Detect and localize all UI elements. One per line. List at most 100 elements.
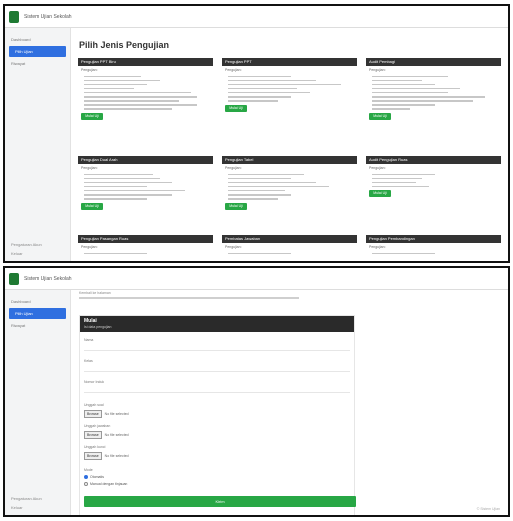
- sidebar-item-account-settings[interactable]: Pengaturan Akun: [11, 496, 42, 501]
- card-description: [78, 173, 213, 200]
- file-label-key: Unggah kunci: [84, 445, 106, 449]
- radio-selected-icon[interactable]: [84, 475, 88, 479]
- id-field[interactable]: [84, 392, 350, 393]
- card-title: Pengujian PPT: [222, 58, 357, 66]
- text-line: [84, 108, 173, 110]
- start-test-button[interactable]: Mulai Uji: [369, 112, 391, 120]
- radio-label: Manual dengan tinjauan: [90, 482, 128, 486]
- radio-option-auto[interactable]: Otomatis: [84, 475, 104, 479]
- text-line: [228, 194, 291, 196]
- sidebar-item-dashboard[interactable]: Dashboard: [5, 296, 70, 307]
- card-description: [366, 75, 501, 110]
- sidebar-item-logout[interactable]: Keluar: [11, 505, 23, 510]
- text-line: [84, 96, 198, 98]
- test-card: Pengujian PPT Biru Pengujian: Mulai Uji: [78, 58, 213, 123]
- card-title: Audit Pengujian Ruas: [366, 156, 501, 164]
- file-status: No file selected: [104, 454, 129, 458]
- top-bar: Sistem Ujian Sekolah: [5, 268, 508, 290]
- radio-option-manual[interactable]: Manual dengan tinjauan: [84, 482, 127, 486]
- sidebar-item-logout[interactable]: Keluar: [11, 251, 23, 256]
- file-label-questions: Unggah soal: [84, 403, 104, 407]
- file-input-key[interactable]: Browse No file selected: [84, 452, 129, 460]
- radio-unselected-icon[interactable]: [84, 482, 88, 486]
- browse-button[interactable]: Browse: [84, 410, 102, 418]
- test-card: Audit Pembagi Pengujian: Mulai Uji: [366, 58, 501, 123]
- card-description: [78, 252, 213, 255]
- sidebar-item-pilih-ujian[interactable]: Pilih Ujian: [9, 46, 66, 57]
- file-status: No file selected: [104, 433, 129, 437]
- text-line: [84, 189, 185, 192]
- sidebar-item-riwayat[interactable]: Riwayat: [5, 58, 70, 69]
- text-line: [84, 100, 179, 102]
- text-line: [372, 79, 423, 82]
- sidebar-item-riwayat[interactable]: Riwayat: [5, 320, 70, 331]
- file-label-answers: Unggah jawaban: [84, 424, 111, 428]
- text-line: [84, 198, 147, 200]
- screenshot-selection: Sistem Ujian Sekolah Dashboard Pilih Uji…: [3, 4, 510, 263]
- card-title: Pengujian Pasangan Ruas: [78, 235, 213, 243]
- text-line: [228, 79, 317, 82]
- app-title: Sistem Ujian Sekolah: [24, 13, 72, 20]
- text-line: [228, 181, 317, 184]
- text-line: [228, 87, 298, 90]
- card-subtitle: Pengujian:: [81, 245, 98, 249]
- text-line: [228, 100, 279, 102]
- text-line: [84, 252, 147, 255]
- text-line: [372, 91, 448, 94]
- back-link[interactable]: Kembali ke halaman: [79, 291, 111, 295]
- start-test-button[interactable]: Mulai Uji: [225, 202, 247, 210]
- text-line: [84, 87, 135, 90]
- text-line: [372, 181, 417, 184]
- test-card: Pembatas Jawaban Pengujian:: [222, 235, 357, 257]
- field-label-class: Kelas: [84, 359, 93, 363]
- text-line: [84, 173, 154, 176]
- sidebar-item-dashboard[interactable]: Dashboard: [5, 34, 70, 45]
- start-test-button[interactable]: Mulai Uji: [81, 112, 103, 120]
- text-line: [228, 91, 310, 94]
- text-line: [372, 104, 435, 106]
- text-line: [372, 185, 429, 188]
- sidebar-item-account-settings[interactable]: Pengaturan Akun: [11, 242, 42, 247]
- text-line: [228, 177, 291, 180]
- card-subtitle: Pengujian:: [225, 68, 242, 72]
- card-title: Audit Pembagi: [366, 58, 501, 66]
- card-description: [222, 173, 357, 200]
- test-card: Pengujian Pasangan Ruas Pengujian:: [78, 235, 213, 257]
- sidebar: Dashboard Pilih Ujian Riwayat Pengaturan…: [5, 290, 71, 515]
- sidebar-item-pilih-ujian[interactable]: Pilih Ujian: [9, 308, 66, 319]
- mode-label: Mode: [84, 468, 93, 472]
- text-line: [84, 177, 160, 180]
- test-card: Pengujian Dual Arah Pengujian: Mulai Uji: [78, 156, 213, 213]
- test-card: Pengujian Pembandingan Pengujian:: [366, 235, 501, 257]
- card-subtitle: Pengujian:: [81, 68, 98, 72]
- start-test-button[interactable]: Mulai Uji: [369, 190, 391, 198]
- text-line: [228, 185, 329, 188]
- top-bar: Sistem Ujian Sekolah: [5, 6, 508, 28]
- text-line: [84, 91, 192, 94]
- start-test-button[interactable]: Mulai Uji: [225, 104, 247, 112]
- test-card: Pengujian PPT Pengujian: Mulai Uji: [222, 58, 357, 115]
- card-subtitle: Pengujian:: [225, 245, 242, 249]
- text-line: [372, 87, 461, 90]
- text-line: [228, 252, 291, 255]
- start-test-button[interactable]: Mulai Uji: [81, 202, 103, 210]
- browse-button[interactable]: Browse: [84, 452, 102, 460]
- card-subtitle: Pengujian:: [369, 166, 386, 170]
- text-line: [84, 194, 173, 196]
- card-subtitle: Pengujian:: [369, 245, 386, 249]
- browse-button[interactable]: Browse: [84, 431, 102, 439]
- text-line: [84, 104, 198, 106]
- name-field[interactable]: [84, 350, 350, 351]
- card-title: Pengujian Pembandingan: [366, 235, 501, 243]
- class-field[interactable]: [84, 371, 350, 372]
- file-input-answers[interactable]: Browse No file selected: [84, 431, 129, 439]
- text-line: [228, 83, 342, 86]
- card-title: Pengujian Dual Arah: [78, 156, 213, 164]
- submit-button[interactable]: Kirim: [84, 496, 356, 507]
- text-line: [84, 185, 147, 188]
- page-title: Pilih Jenis Pengujian: [79, 40, 170, 50]
- sidebar: Dashboard Pilih Ujian Riwayat Pengaturan…: [5, 28, 71, 261]
- card-subtitle: Pengujian:: [81, 166, 98, 170]
- file-input-questions[interactable]: Browse No file selected: [84, 410, 129, 418]
- radio-label: Otomatis: [90, 475, 105, 479]
